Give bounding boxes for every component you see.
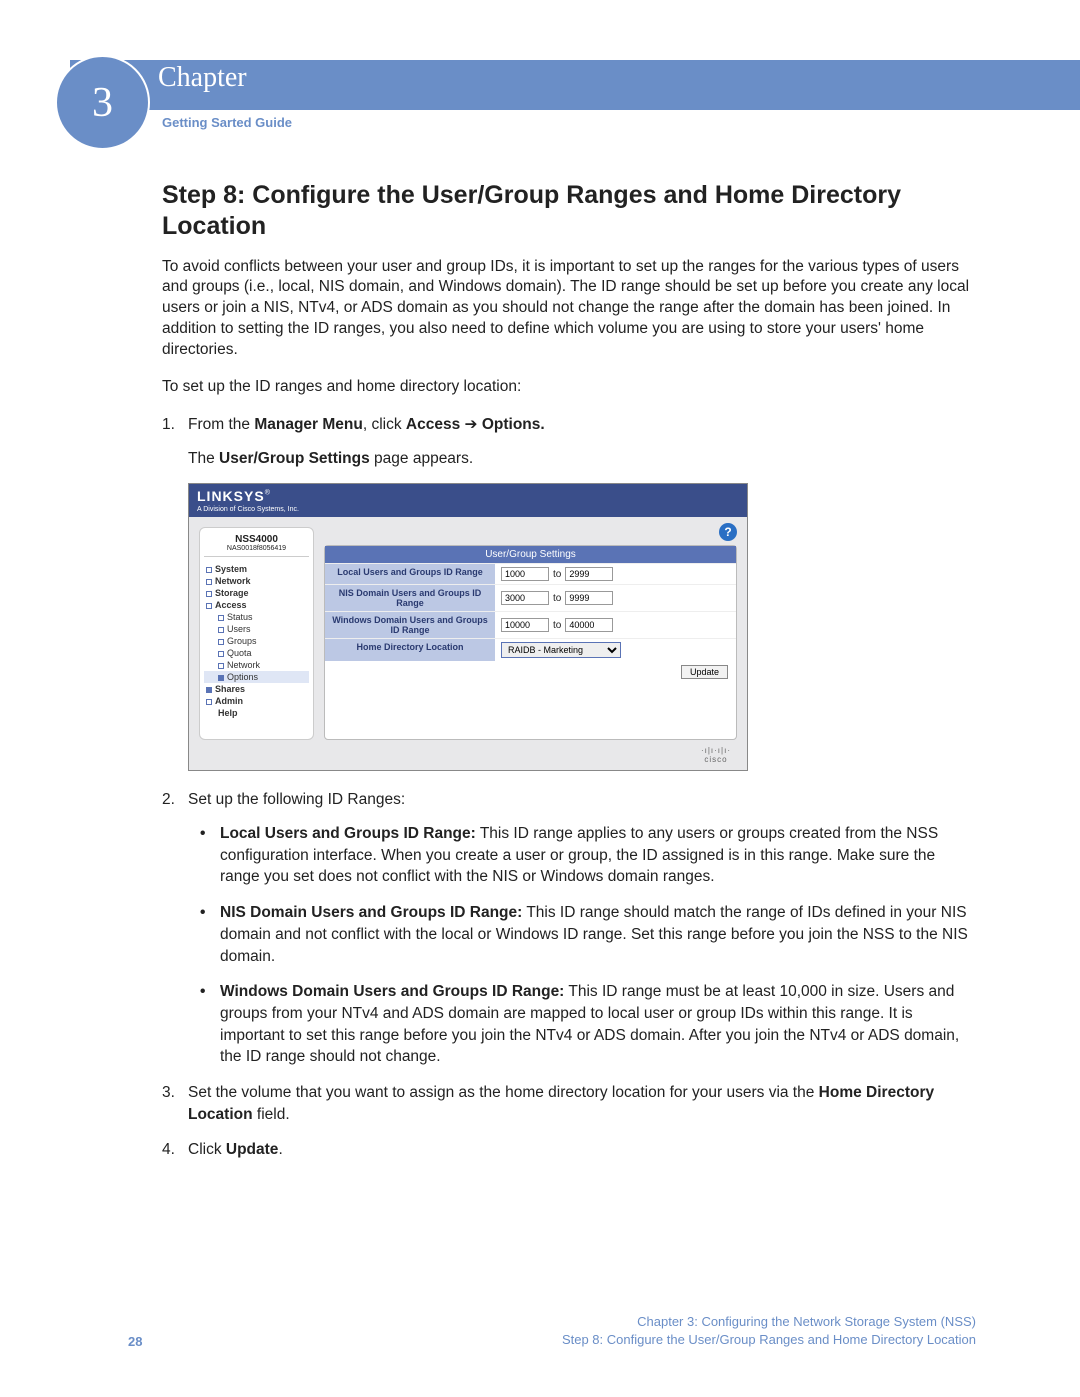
home-dir-select[interactable]: RAIDB - Marketing bbox=[501, 642, 621, 658]
step-1: From the Manager Menu, click Access ➔ Op… bbox=[162, 414, 977, 469]
brand-logo: LINKSYS bbox=[197, 488, 265, 504]
nav-options[interactable]: Options bbox=[204, 671, 309, 683]
nav-help[interactable]: Help bbox=[204, 707, 309, 719]
step-2: Set up the following ID Ranges: Local Us… bbox=[162, 789, 977, 1068]
row-nis-label: NIS Domain Users and Groups ID Range bbox=[325, 585, 495, 611]
cisco-logo: ·ı|ı·ı|ı·cisco bbox=[701, 746, 731, 764]
row-home-label: Home Directory Location bbox=[325, 639, 495, 661]
page-footer: 28 Chapter 3: Configuring the Network St… bbox=[128, 1313, 976, 1349]
nav-sidebar: NSS4000 NAS0018f8056419 System Network S… bbox=[199, 527, 314, 740]
lead-paragraph: To set up the ID ranges and home directo… bbox=[162, 377, 977, 398]
footer-step: Step 8: Configure the User/Group Ranges … bbox=[562, 1331, 976, 1349]
bullet-nis: NIS Domain Users and Groups ID Range: Th… bbox=[200, 902, 977, 967]
page-content: Step 8: Configure the User/Group Ranges … bbox=[162, 180, 977, 1175]
nav-admin[interactable]: Admin bbox=[204, 695, 309, 707]
nav-groups[interactable]: Groups bbox=[204, 635, 309, 647]
row-win-label: Windows Domain Users and Groups ID Range bbox=[325, 612, 495, 638]
panel-title: User/Group Settings bbox=[325, 546, 736, 563]
nav-network[interactable]: Network bbox=[204, 575, 309, 587]
brand-subtitle: A Division of Cisco Systems, Inc. bbox=[197, 506, 739, 513]
settings-panel: User/Group Settings Local Users and Grou… bbox=[324, 545, 737, 740]
local-to-input[interactable] bbox=[565, 567, 613, 581]
nis-to-input[interactable] bbox=[565, 591, 613, 605]
nis-from-input[interactable] bbox=[501, 591, 549, 605]
local-from-input[interactable] bbox=[501, 567, 549, 581]
win-to-input[interactable] bbox=[565, 618, 613, 632]
update-button[interactable]: Update bbox=[681, 665, 728, 679]
nav-system[interactable]: System bbox=[204, 563, 309, 575]
nav-status[interactable]: Status bbox=[204, 611, 309, 623]
page-title: Step 8: Configure the User/Group Ranges … bbox=[162, 180, 977, 243]
nav-network2[interactable]: Network bbox=[204, 659, 309, 671]
step-4: Click Update. bbox=[162, 1139, 977, 1161]
chapter-badge: 3 bbox=[55, 55, 150, 150]
device-mac: NAS0018f8056419 bbox=[204, 545, 309, 557]
nav-shares[interactable]: Shares bbox=[204, 683, 309, 695]
screenshot-embed: LINKSYS® A Division of Cisco Systems, In… bbox=[188, 483, 748, 771]
step-1-sub: The User/Group Settings page appears. bbox=[188, 448, 977, 470]
footer-chapter: Chapter 3: Configuring the Network Stora… bbox=[562, 1313, 976, 1331]
bullet-windows: Windows Domain Users and Groups ID Range… bbox=[200, 981, 977, 1068]
chapter-label: Chapter bbox=[158, 62, 247, 94]
bullet-local: Local Users and Groups ID Range: This ID… bbox=[200, 823, 977, 888]
arrow-icon: ➔ bbox=[465, 416, 478, 433]
device-name: NSS4000 bbox=[204, 534, 309, 545]
guide-subtitle: Getting Sarted Guide bbox=[162, 115, 292, 130]
embed-header: LINKSYS® A Division of Cisco Systems, In… bbox=[189, 484, 747, 517]
step-3: Set the volume that you want to assign a… bbox=[162, 1082, 977, 1125]
nav-access[interactable]: Access bbox=[204, 599, 309, 611]
chapter-number: 3 bbox=[92, 79, 113, 127]
intro-paragraph: To avoid conflicts between your user and… bbox=[162, 257, 977, 362]
help-icon[interactable]: ? bbox=[719, 523, 737, 541]
nav-users[interactable]: Users bbox=[204, 623, 309, 635]
nav-storage[interactable]: Storage bbox=[204, 587, 309, 599]
nav-quota[interactable]: Quota bbox=[204, 647, 309, 659]
row-local-label: Local Users and Groups ID Range bbox=[325, 564, 495, 584]
win-from-input[interactable] bbox=[501, 618, 549, 632]
page-number: 28 bbox=[128, 1334, 142, 1349]
